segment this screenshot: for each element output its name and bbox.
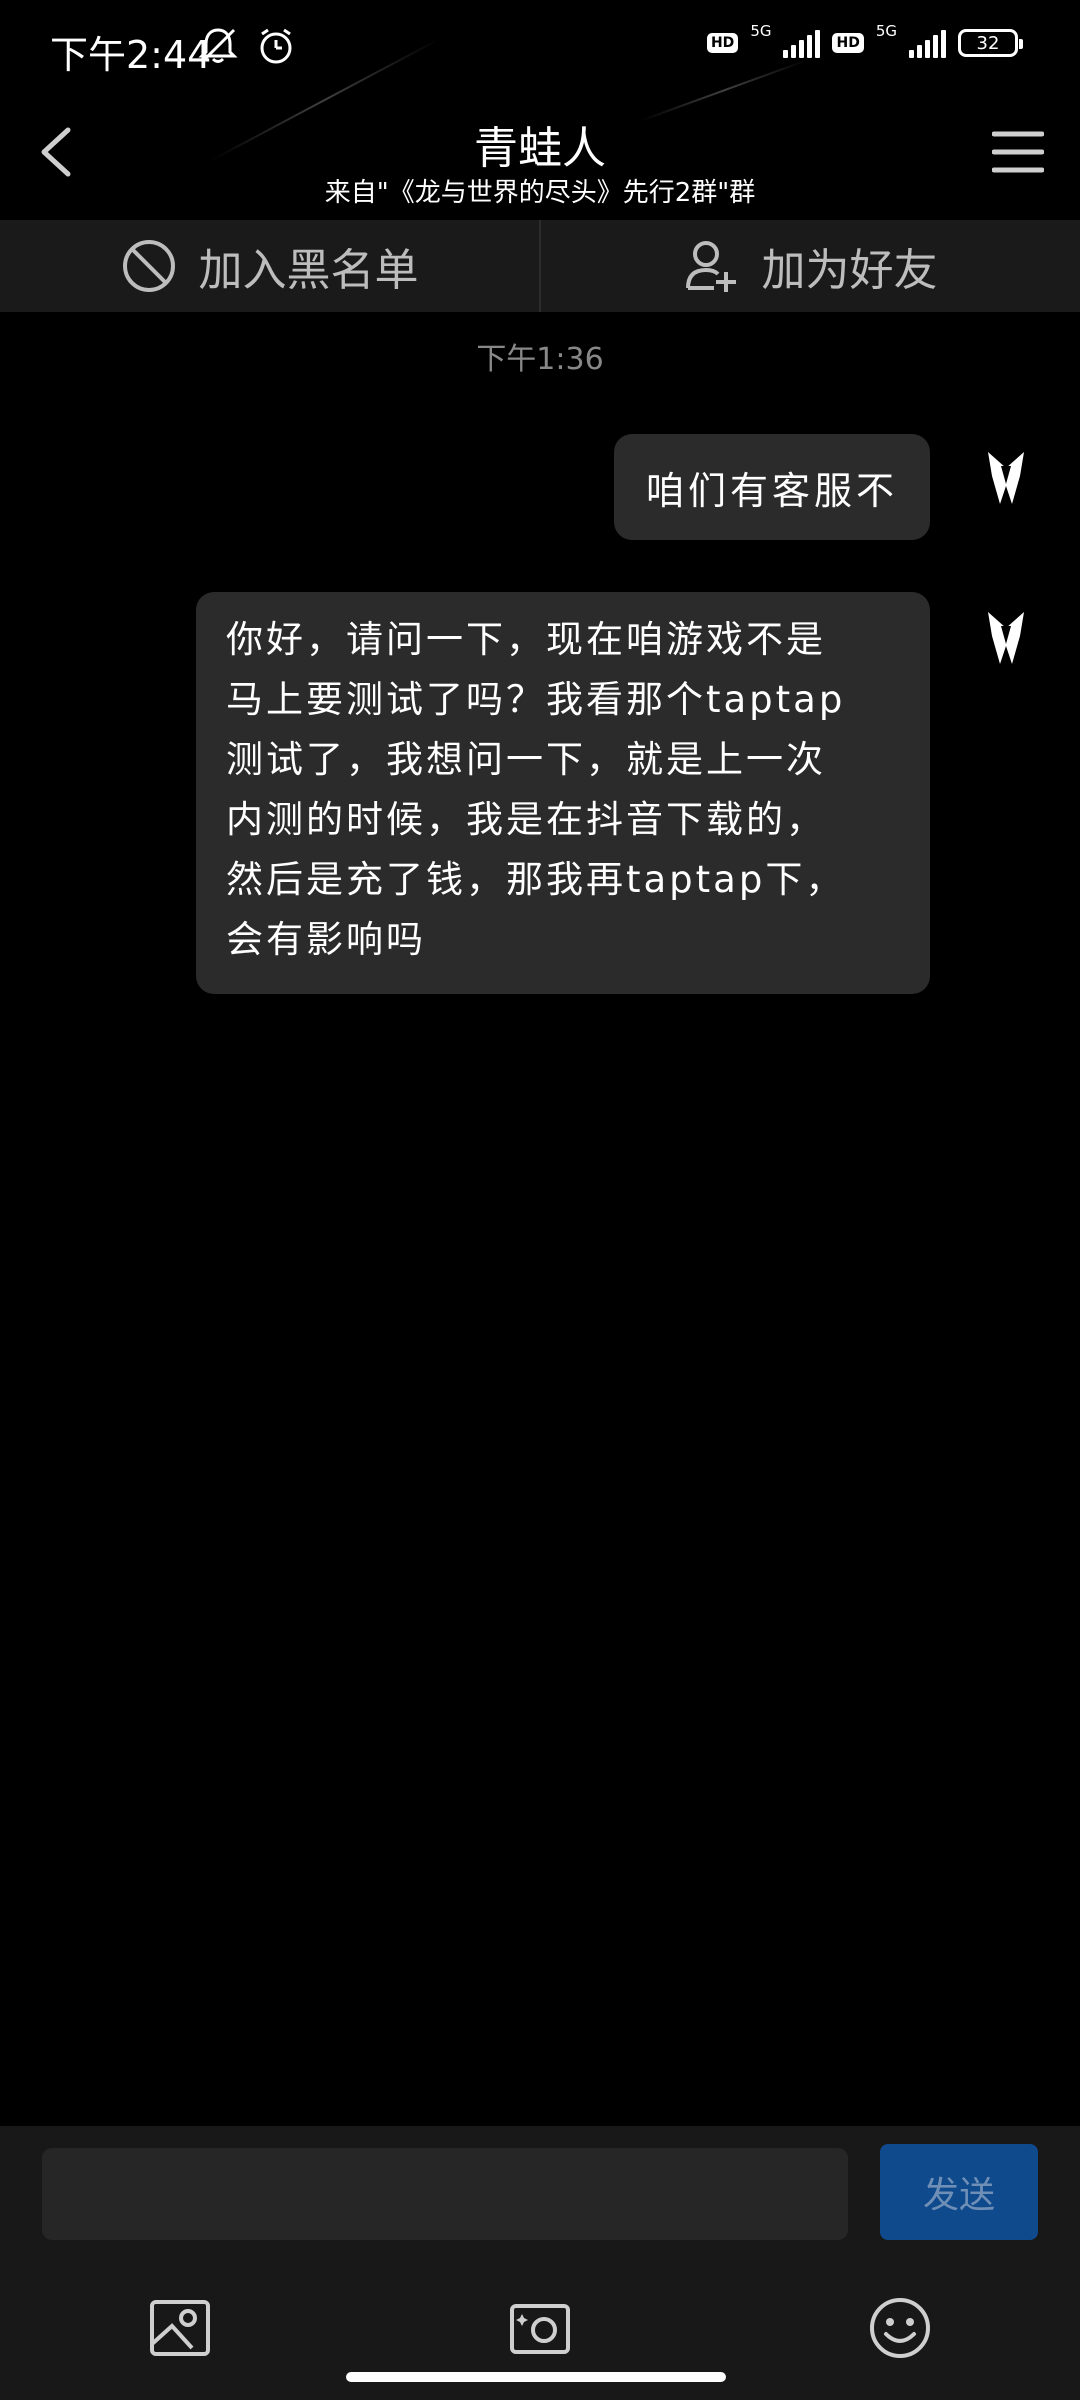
hd-badge: HD — [832, 33, 864, 53]
signal-icon — [909, 28, 946, 58]
block-user-label: 加入黑名单 — [198, 245, 419, 296]
message-timestamp: 下午1:36 — [476, 342, 604, 377]
emoji-icon[interactable] — [868, 2296, 932, 2360]
composer: 发送 — [0, 2126, 1080, 2400]
message-text-line: 测试了，我想问一下，就是上一次 — [226, 738, 826, 781]
avatar[interactable] — [974, 446, 1038, 510]
message-text-line: 马上要测试了吗？我看那个taptap — [226, 678, 846, 721]
message-text-line: 会有影响吗 — [226, 918, 426, 961]
signal-icon — [783, 28, 821, 58]
network-type: 5G — [750, 22, 772, 40]
add-friend-label: 加为好友 — [761, 245, 938, 296]
page-title: 青蛙人 — [474, 123, 606, 174]
message-bubble[interactable]: 你好，请问一下，现在咱游戏不是 马上要测试了吗？我看那个taptap 测试了，我… — [196, 592, 930, 994]
avatar[interactable] — [974, 606, 1038, 670]
block-icon — [122, 240, 175, 292]
message-text-line: 你好，请问一下，现在咱游戏不是 — [226, 618, 826, 661]
message-text-line: 然后是充了钱，那我再taptap下， — [226, 858, 846, 901]
status-time: 下午2:44 — [50, 33, 212, 77]
add-user-icon — [685, 241, 736, 292]
message-input[interactable] — [42, 2148, 848, 2240]
add-friend-button[interactable]: 加为好友 — [541, 220, 1080, 312]
message-text: 咱们有客服不 — [645, 468, 898, 513]
image-icon[interactable] — [148, 2296, 212, 2360]
network-type: 5G — [875, 22, 897, 40]
chat-screen: 下午2:44 HD 5G HD 5G 32 青蛙人 来自"《龙与世界的尽头》先行… — [0, 0, 1080, 2400]
action-bar: 加入黑名单 加为好友 — [0, 220, 1080, 312]
page-subtitle: 来自"《龙与世界的尽头》先行2群"群 — [324, 178, 756, 208]
chat-header: 青蛙人 来自"《龙与世界的尽头》先行2群"群 — [0, 96, 1080, 220]
bell-muted-icon — [198, 28, 238, 64]
camera-icon[interactable] — [508, 2296, 572, 2360]
status-bar: 下午2:44 HD 5G HD 5G 32 — [0, 0, 1080, 96]
menu-icon[interactable] — [992, 130, 1044, 174]
alarm-icon — [260, 28, 292, 64]
send-button[interactable]: 发送 — [880, 2144, 1038, 2240]
battery-icon: 32 — [958, 29, 1023, 57]
message-text-line: 内测的时候，我是在抖音下载的， — [226, 798, 826, 841]
message-bubble[interactable]: 咱们有客服不 — [614, 434, 930, 540]
status-right-icons: HD 5G HD 5G 32 — [706, 22, 1023, 58]
status-left-icons — [196, 26, 296, 66]
home-indicator[interactable] — [346, 2372, 726, 2382]
block-user-button[interactable]: 加入黑名单 — [0, 220, 539, 312]
hd-badge: HD — [706, 33, 739, 53]
battery-level: 32 — [976, 32, 1000, 54]
